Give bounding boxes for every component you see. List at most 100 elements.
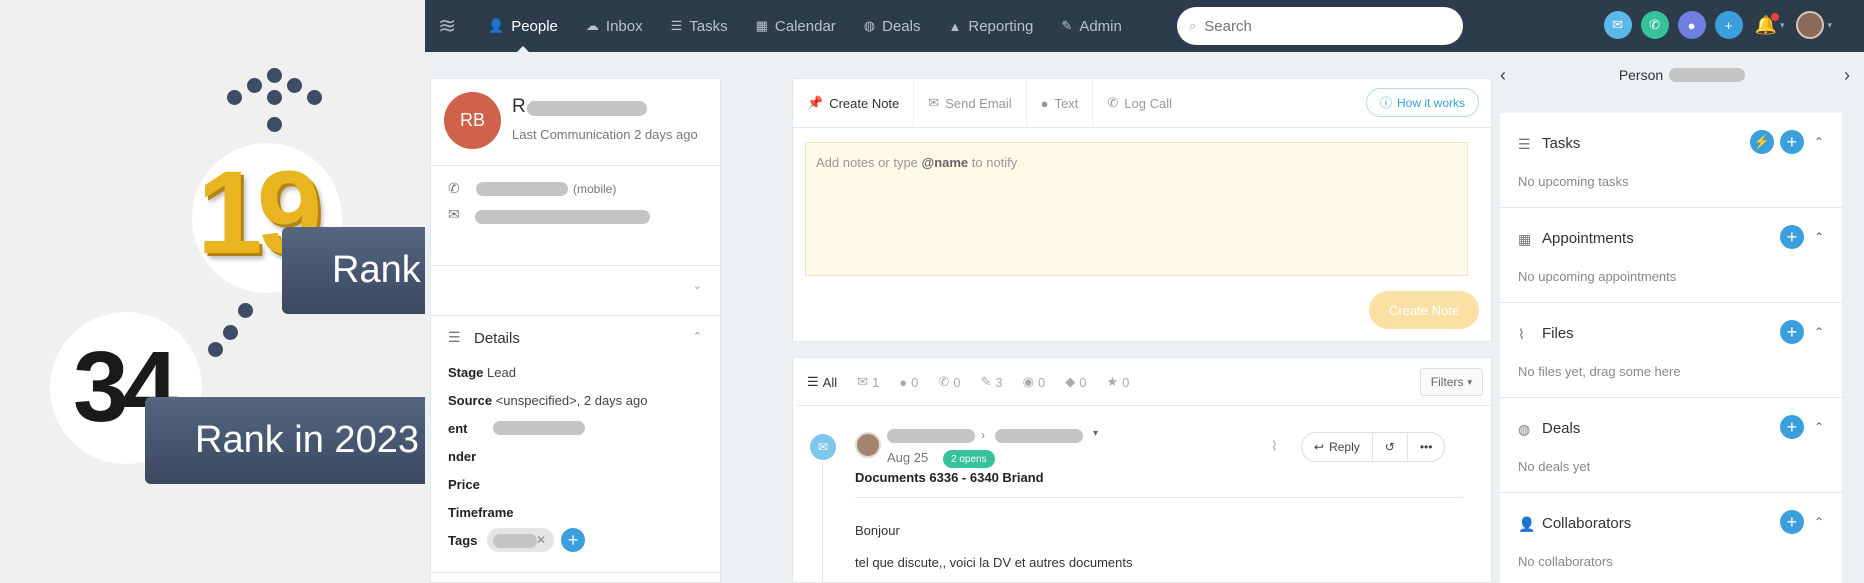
phone-quick-icon[interactable]: ✆ [1640,11,1669,39]
redacted-email[interactable] [475,210,650,224]
add-collaborator-button[interactable]: + [1779,510,1804,534]
create-note-button[interactable]: Create Note [1369,291,1479,329]
chevron-down-icon[interactable]: ⌄ [693,279,702,292]
paperclip-icon[interactable]: ⌇ [1271,438,1278,455]
logo-icon[interactable]: ≋ [438,14,462,38]
close-icon[interactable]: ✕ [536,533,546,547]
field-agent[interactable]: ent [448,421,468,436]
empty-message: No deals yet [1518,459,1591,474]
email-subject[interactable]: Documents 6336 - 6340 Briand [855,470,1044,485]
search-box[interactable]: ⌕ [1177,7,1463,45]
chevron-up-icon[interactable]: ⌃ [1814,420,1824,434]
reply-button[interactable]: ↩ Reply [1302,432,1373,462]
email-quick-icon[interactable]: ✉ [1603,11,1632,39]
placeholder-text: to notify [968,155,1018,170]
reply-all-button[interactable]: ↺ [1373,432,1408,462]
nav-inbox[interactable]: ☁ Inbox [572,0,657,52]
divider [431,572,720,573]
field-timeframe[interactable]: Timeframe [448,505,514,520]
nav-calendar[interactable]: ▦ Calendar [742,0,850,52]
add-appointment-button[interactable]: + [1779,225,1804,249]
info-icon: ⓘ [1379,96,1392,110]
search-icon: ⌕ [1189,18,1197,33]
chevron-up-icon[interactable]: ⌃ [1814,515,1824,529]
redacted-tag [493,534,537,548]
paperclip-icon: ⌇ [1518,326,1525,342]
redacted-name [527,101,647,116]
section-title: Deals [1542,420,1581,437]
sender-avatar [855,432,881,458]
email-icon: ✉ [448,206,460,222]
field-price[interactable]: Price [448,477,480,492]
user-avatar[interactable] [1796,11,1825,39]
chevron-down-icon[interactable]: ▾ [1093,428,1098,439]
note-input[interactable]: Add notes or type @name to notify [805,142,1468,276]
chevron-up-icon[interactable]: ⌃ [693,330,702,343]
tab-log-call[interactable]: ✆ Log Call [1093,79,1186,128]
chevron-left-icon[interactable]: ‹ [1500,65,1506,86]
email-body-line: tel que discute,, voici la DV et autres … [855,555,1133,570]
field-value: <unspecified>, 2 days ago [495,393,648,408]
chevron-up-icon[interactable]: ⌃ [1814,325,1824,339]
tab-starred[interactable]: ★ 0 [1096,358,1139,406]
add-file-button[interactable]: + [1779,320,1804,344]
decor-dot [223,325,238,340]
tab-calls[interactable]: ✆ 0 [928,358,970,406]
chevron-up-icon[interactable]: ⌃ [1814,230,1824,244]
tab-create-note[interactable]: 📌 Create Note [793,78,915,128]
top-icons: ✉ ✆ ● + 🔔 ▾ ▾ [1595,11,1832,39]
redacted-recipient [995,429,1083,443]
tab-chats[interactable]: ◉ 0 [1013,358,1056,406]
tab-label: Create Note [829,95,900,111]
chevron-right-icon[interactable]: › [1844,65,1850,86]
tab-count: 0 [1079,374,1087,390]
placeholder-mention: @name [921,155,969,170]
chevron-down-icon[interactable]: ▾ [1827,20,1832,31]
decor-dot [227,90,242,105]
mail-icon: ✉ [928,95,940,110]
tab-drips[interactable]: ◆ 0 [1055,358,1096,406]
bell-icon[interactable]: 🔔 [1755,12,1779,36]
nav-admin[interactable]: ✎ Admin [1047,0,1135,52]
filters-button[interactable]: Filters ▾ [1419,368,1483,396]
tab-label: All [822,374,838,390]
email-date: Aug 25 [887,450,929,465]
add-person-icon[interactable]: + [1714,11,1743,39]
tab-texts[interactable]: ● 0 [889,358,928,406]
nav-label: Calendar [774,17,836,35]
add-task-button[interactable]: + [1779,130,1804,154]
tag-chip[interactable]: ✕ [487,528,554,552]
tab-notes[interactable]: ✎ 3 [970,358,1012,406]
action-plan-button[interactable]: ⚡ [1749,130,1774,154]
field-label: Tags [448,533,478,548]
how-it-works-button[interactable]: ⓘ How it works [1365,88,1479,117]
wrench-icon: ✎ [1061,18,1073,33]
chevron-up-icon[interactable]: ⌃ [1814,135,1824,149]
nav-label: Deals [882,17,921,35]
note-composer: 📌 Create Note ✉ Send Email ● Text ✆ Log Call… [792,78,1492,342]
field-source[interactable]: Source <unspecified>, 2 days ago [448,393,647,408]
tab-all[interactable]: ☰ All [797,358,847,406]
nav-deals[interactable]: ◍ Deals [850,0,935,52]
tab-send-email[interactable]: ✉ Send Email [914,78,1027,128]
button-label: Filters [1430,375,1464,389]
add-deal-button[interactable]: + [1779,415,1804,439]
redacted-phone[interactable] [476,182,568,196]
nav-people[interactable]: 👤 People [474,0,572,53]
field-stage[interactable]: Stage Lead [448,365,516,380]
add-tag-button[interactable]: + [561,528,585,552]
field-lender[interactable]: nder [448,449,476,464]
reply-all-icon: ↺ [1384,440,1395,454]
nav-tasks[interactable]: ☰ Tasks [657,0,742,52]
notification-dot [1770,12,1779,21]
nav-reporting[interactable]: ▲ Reporting [934,0,1047,52]
tab-text[interactable]: ● Text [1027,78,1094,128]
tab-emails[interactable]: ✉ 1 [847,358,889,406]
mail-icon: ✉ [857,374,869,389]
chat-quick-icon[interactable]: ● [1677,11,1706,39]
more-button[interactable]: ••• [1408,432,1445,462]
search-input[interactable] [1204,17,1435,35]
divider [431,315,720,316]
chevron-down-icon[interactable]: ▾ [1780,20,1785,31]
field-label: Source [448,393,493,408]
